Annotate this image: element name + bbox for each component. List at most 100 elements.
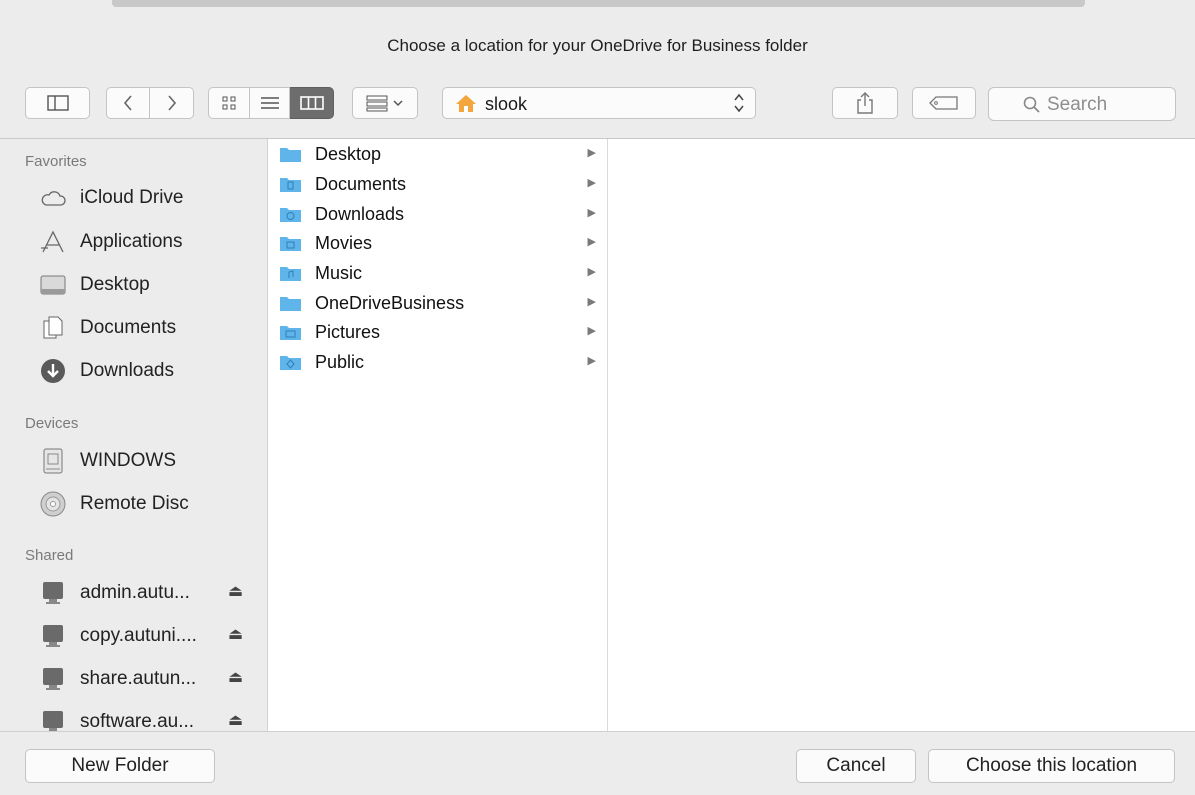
folder-icon	[280, 146, 301, 162]
applications-icon	[40, 229, 66, 255]
list-item-movies[interactable]: Movies ▶	[280, 229, 602, 257]
updown-arrows-icon	[734, 93, 744, 113]
share-button[interactable]	[832, 87, 898, 119]
sidebar-item-label: admin.autu...	[80, 582, 190, 603]
tag-icon	[929, 96, 958, 110]
sidebar-item-downloads[interactable]: Downloads	[40, 356, 174, 386]
sidebar: Favorites iCloud Drive Applications Desk…	[0, 139, 268, 731]
sidebar-toggle-button[interactable]	[25, 87, 90, 119]
icon-view-icon	[222, 96, 236, 110]
folder-label: Documents	[315, 173, 407, 194]
list-item-pictures[interactable]: Pictures ▶	[280, 318, 602, 346]
sidebar-item-shared-software[interactable]: software.au... ⏏	[40, 707, 243, 731]
back-button[interactable]	[106, 87, 150, 119]
browser-column-2	[608, 139, 1195, 731]
drive-icon	[40, 448, 66, 474]
sidebar-item-label: software.au...	[80, 711, 195, 731]
disclosure-arrow-icon: ▶	[587, 296, 596, 308]
sidebar-item-applications[interactable]: Applications	[40, 227, 182, 257]
folder-label: Public	[315, 351, 365, 372]
music-folder-icon	[280, 265, 301, 281]
eject-icon[interactable]: ⏏	[228, 667, 243, 687]
search-icon	[1023, 96, 1040, 113]
disc-icon	[40, 491, 66, 517]
sidebar-item-label: WINDOWS	[80, 450, 177, 471]
devices-header: Devices	[25, 415, 79, 432]
eject-icon[interactable]: ⏏	[228, 581, 243, 601]
list-item-documents[interactable]: Documents ▶	[280, 170, 602, 198]
list-view-button[interactable]	[250, 87, 290, 119]
new-folder-button[interactable]: New Folder	[25, 749, 215, 783]
list-item-desktop[interactable]: Desktop ▶	[280, 140, 602, 168]
folder-label: OneDriveBusiness	[315, 292, 465, 313]
location-label: slook	[485, 94, 528, 114]
sidebar-item-shared-admin[interactable]: admin.autu... ⏏	[40, 578, 243, 608]
sidebar-item-icloud-drive[interactable]: iCloud Drive	[40, 183, 183, 213]
save-dialog: Choose a location for your OneDrive for …	[0, 0, 1195, 795]
chevron-down-icon	[393, 100, 403, 107]
folder-icon	[280, 295, 301, 311]
browser-column-1: Desktop ▶ Documents ▶ Downloads ▶ Movies…	[268, 139, 608, 731]
sidebar-item-label: Documents	[80, 317, 177, 338]
search-field[interactable]: Search	[988, 87, 1176, 121]
forward-button[interactable]	[150, 87, 194, 119]
arrange-button[interactable]	[352, 87, 418, 119]
dialog-title: Choose a location for your OneDrive for …	[387, 36, 808, 55]
sidebar-item-documents[interactable]: Documents	[40, 313, 176, 343]
home-icon	[456, 95, 476, 112]
back-forward-control	[106, 87, 194, 119]
list-item-downloads[interactable]: Downloads ▶	[280, 200, 602, 228]
disclosure-arrow-icon: ▶	[587, 177, 596, 189]
sidebar-item-label: Downloads	[80, 360, 174, 381]
disclosure-arrow-icon: ▶	[587, 236, 596, 248]
choose-location-button[interactable]: Choose this location	[928, 749, 1175, 783]
list-item-onedrivebusiness[interactable]: OneDriveBusiness ▶	[280, 289, 602, 317]
list-item-public[interactable]: Public ▶	[280, 348, 602, 376]
eject-icon[interactable]: ⏏	[228, 710, 243, 730]
folder-label: Music	[315, 262, 363, 283]
downloads-icon	[40, 358, 66, 384]
sidebar-item-label: Remote Disc	[80, 493, 189, 514]
shared-header: Shared	[25, 547, 74, 564]
share-icon	[857, 92, 873, 114]
folder-label: Downloads	[315, 203, 405, 224]
cloud-icon	[40, 185, 66, 211]
disclosure-arrow-icon: ▶	[587, 266, 596, 278]
list-view-icon	[260, 97, 279, 109]
title-bar: Choose a location for your OneDrive for …	[0, 0, 1195, 78]
location-popup[interactable]: slook	[442, 87, 756, 119]
column-view-button[interactable]	[290, 87, 334, 119]
sidebar-item-shared-copy[interactable]: copy.autuni.... ⏏	[40, 621, 243, 651]
disclosure-arrow-icon: ▶	[587, 325, 596, 337]
icon-view-button[interactable]	[208, 87, 250, 119]
cancel-button[interactable]: Cancel	[796, 749, 916, 783]
sidebar-item-desktop[interactable]: Desktop	[40, 270, 150, 300]
chevron-right-icon	[167, 95, 176, 111]
computer-icon	[40, 623, 66, 649]
movies-folder-icon	[280, 235, 301, 251]
sidebar-icon	[46, 95, 69, 111]
sidebar-item-label: iCloud Drive	[80, 187, 184, 208]
computer-icon	[40, 709, 66, 731]
disclosure-arrow-icon: ▶	[587, 355, 596, 367]
search-placeholder: Search	[1047, 94, 1108, 115]
sidebar-item-windows[interactable]: WINDOWS	[40, 446, 176, 476]
eject-icon[interactable]: ⏏	[228, 624, 243, 644]
chevron-left-icon	[123, 95, 132, 111]
sidebar-item-label: Desktop	[80, 274, 150, 295]
sidebar-item-label: copy.autuni....	[80, 625, 197, 646]
sidebar-item-remote-disc[interactable]: Remote Disc	[40, 489, 189, 519]
list-item-music[interactable]: Music ▶	[280, 259, 602, 287]
column-view-icon	[299, 96, 324, 110]
tag-button[interactable]	[912, 87, 976, 119]
folder-label: Desktop	[315, 143, 382, 164]
folder-label: Movies	[315, 232, 373, 253]
view-mode-control	[208, 87, 334, 119]
public-folder-icon	[280, 354, 301, 370]
sidebar-item-label: Applications	[80, 231, 183, 252]
dialog-footer: New Folder Cancel Choose this location	[0, 731, 1195, 795]
toolbar: slook Search	[0, 78, 1195, 139]
desktop-icon	[40, 272, 66, 298]
sidebar-item-shared-share[interactable]: share.autun... ⏏	[40, 664, 243, 694]
computer-icon	[40, 580, 66, 606]
